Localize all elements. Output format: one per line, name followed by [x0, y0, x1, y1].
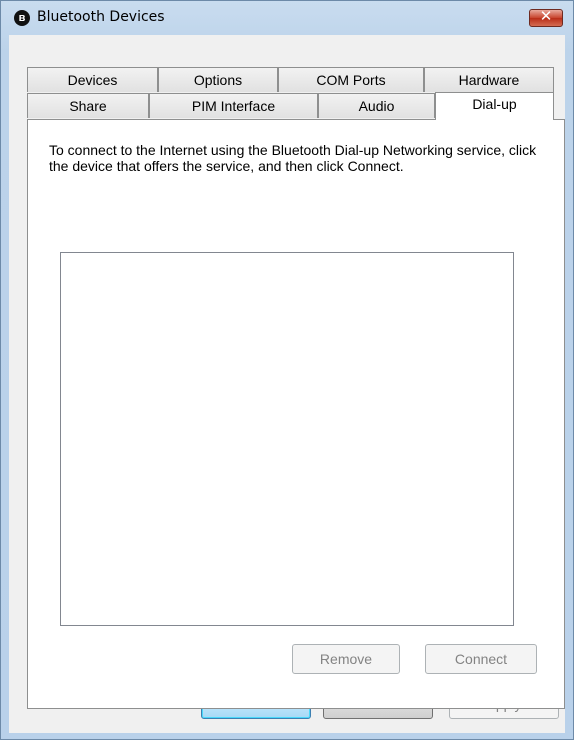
connect-button[interactable]: Connect [425, 644, 537, 674]
tab-options[interactable]: Options [158, 67, 278, 92]
dial-up-panel: To connect to the Internet using the Blu… [27, 119, 565, 709]
bluetooth-icon: ʙ [14, 10, 30, 26]
close-button[interactable]: ✕ [529, 7, 563, 27]
tab-devices[interactable]: Devices [27, 67, 158, 92]
remove-button[interactable]: Remove [292, 644, 400, 674]
window-title: Bluetooth Devices [37, 9, 165, 25]
title-bar[interactable]: ʙ Bluetooth Devices ✕ [1, 1, 573, 35]
dial-up-description: To connect to the Internet using the Blu… [49, 142, 537, 174]
tab-share[interactable]: Share [27, 93, 149, 118]
device-list[interactable] [60, 252, 514, 626]
tab-pim-interface[interactable]: PIM Interface [149, 93, 318, 118]
tab-dial-up[interactable]: Dial-up [435, 92, 554, 120]
close-icon: ✕ [539, 7, 553, 25]
tab-hardware[interactable]: Hardware [424, 67, 554, 92]
bluetooth-devices-window: ʙ Bluetooth Devices ✕ Devices Options CO… [0, 0, 574, 740]
tab-audio[interactable]: Audio [318, 93, 435, 118]
tab-com-ports[interactable]: COM Ports [278, 67, 424, 92]
dialog-client-area: Devices Options COM Ports Hardware Share… [9, 35, 565, 733]
